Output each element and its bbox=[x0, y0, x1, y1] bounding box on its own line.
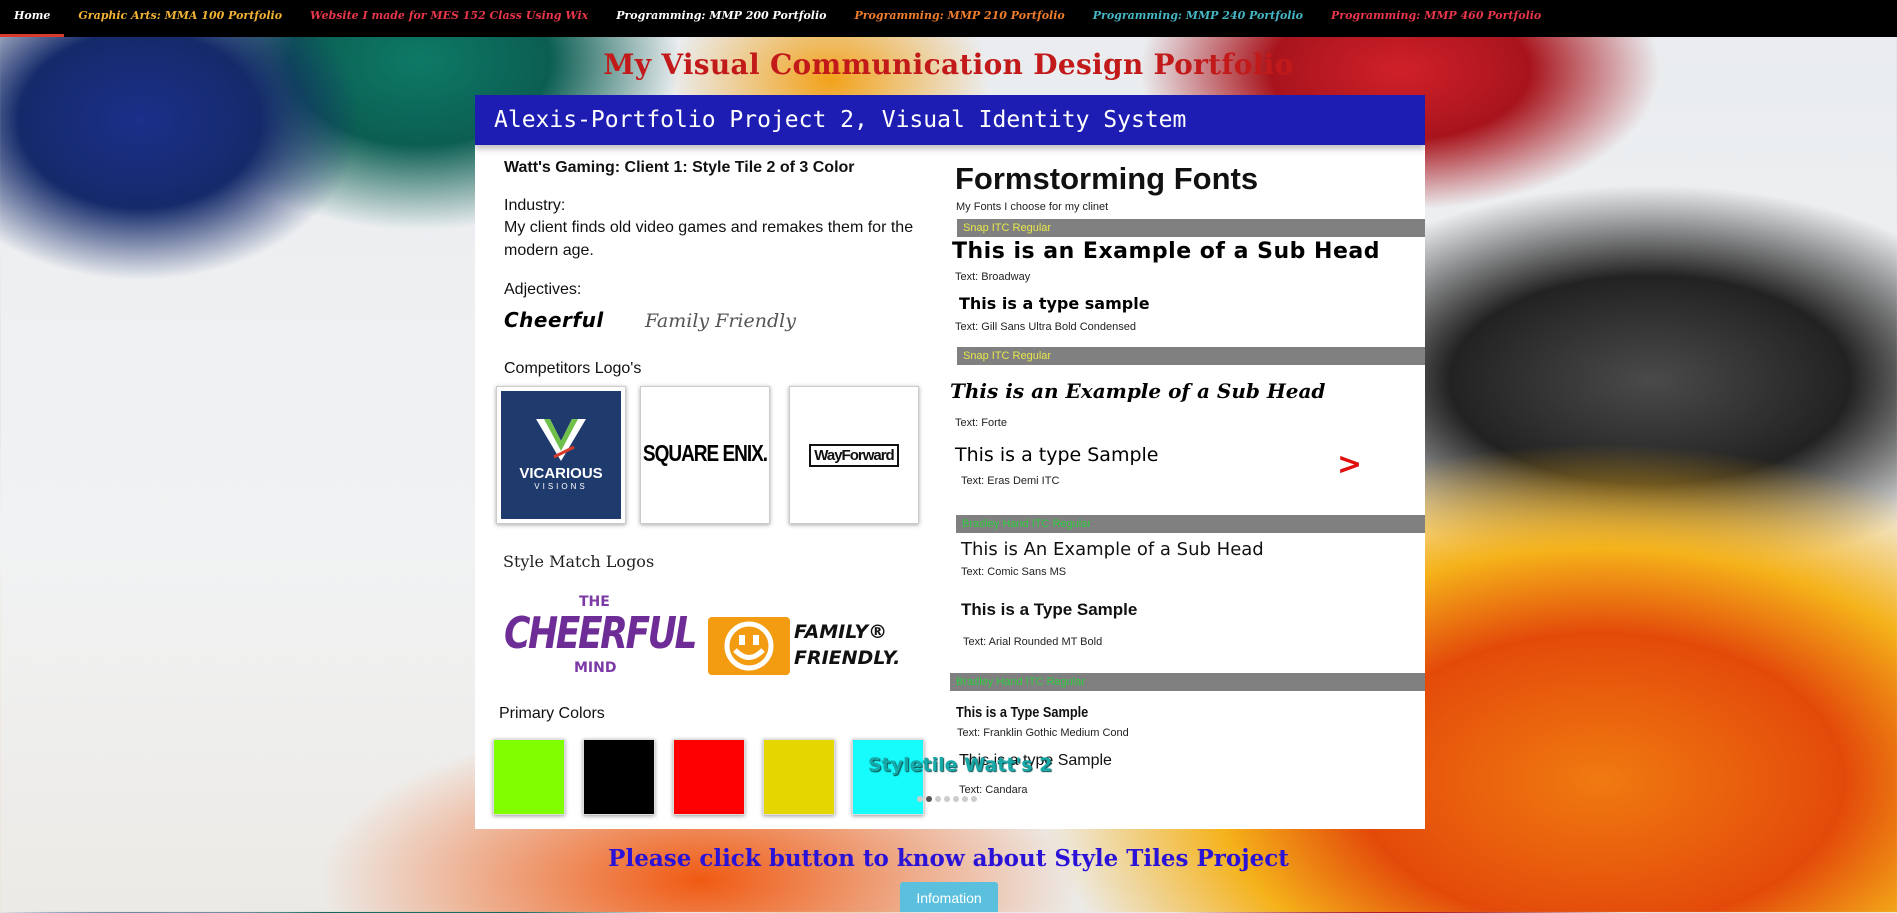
cheerful-mind-main: CHEERFUL bbox=[504, 608, 697, 659]
nav-item-7[interactable]: Programming: MMP 460 Portfolio bbox=[1317, 0, 1555, 37]
slider-dot[interactable] bbox=[971, 796, 977, 802]
color-swatch bbox=[673, 739, 745, 815]
family-logo-line1: FAMILY® bbox=[794, 621, 888, 643]
subhead-comic-sans: This is An Example of a Sub Head bbox=[961, 539, 1264, 560]
slider-dot[interactable] bbox=[953, 796, 959, 802]
style-match-label: Style Match Logos bbox=[503, 552, 655, 571]
slider-dot[interactable] bbox=[917, 796, 923, 802]
nav-item-5[interactable]: Programming: MMP 210 Portfolio bbox=[840, 0, 1078, 37]
square-enix-wordmark: SQUARE ENIX. bbox=[642, 441, 768, 467]
cheerful-mind-logo: THE CHEERFUL MIND bbox=[504, 594, 697, 678]
vicarious-sub: VISIONS bbox=[534, 482, 588, 491]
competitor-logo-wayforward: WayForward bbox=[789, 386, 919, 524]
family-logo-line2: FRIENDLY. bbox=[794, 647, 901, 669]
styletile-heading: Watt's Gaming: Client 1: Style Tile 2 of… bbox=[504, 159, 855, 176]
sample-gill-sans: This is a type sample bbox=[959, 294, 1150, 313]
project-slider[interactable]: Alexis-Portfolio Project 2, Visual Ident… bbox=[475, 95, 1425, 829]
cheerful-mind-bottom: MIND bbox=[574, 660, 617, 676]
footer-note: Please click button to know about Style … bbox=[608, 845, 1289, 872]
adjective-cheerful: Cheerful bbox=[504, 308, 604, 332]
color-swatch bbox=[493, 739, 565, 815]
sample-eras: This is a type Sample bbox=[955, 444, 1159, 466]
nav-item-3[interactable]: Website I made for MES 152 Class Using W… bbox=[296, 0, 602, 37]
slider-header: Alexis-Portfolio Project 2, Visual Ident… bbox=[475, 95, 1425, 145]
font-name-candara: Text: Candara bbox=[959, 784, 1028, 796]
sample-arial-rounded: This is a Type Sample bbox=[961, 600, 1138, 619]
fonts-subtitle: My Fonts I choose for my clinet bbox=[956, 201, 1109, 213]
smiley-icon bbox=[708, 617, 790, 675]
slide-caption: Styletile Watt's 2 bbox=[868, 754, 1053, 776]
font-bar-bradley-2: Bradley Hand ITC Regular bbox=[950, 673, 1425, 691]
industry-label: Industry: bbox=[504, 197, 566, 214]
slider-dot[interactable] bbox=[944, 796, 950, 802]
industry-text-line2: modern age. bbox=[504, 242, 594, 259]
adjectives-label: Adjectives: bbox=[504, 281, 582, 298]
font-bar-bradley-1: Bradley Hand ITC Regular bbox=[956, 515, 1425, 533]
slider-dot[interactable] bbox=[926, 796, 932, 802]
nav-item-1[interactable]: Home bbox=[0, 0, 65, 37]
vicarious-logo: VICARIOUS VISIONS bbox=[501, 391, 621, 519]
font-name-arial-rounded: Text: Arial Rounded MT Bold bbox=[963, 636, 1103, 648]
font-name-franklin-gothic: Text: Franklin Gothic Medium Cond bbox=[957, 727, 1129, 739]
font-bar-snap-1: Snap ITC Regular bbox=[957, 219, 1425, 237]
slider-dot[interactable] bbox=[935, 796, 941, 802]
site-title: My Visual Communication Design Portfolio bbox=[603, 48, 1294, 81]
nav-item-6[interactable]: Programming: MMP 240 Portfolio bbox=[1079, 0, 1317, 37]
font-name-comic-sans: Text: Comic Sans MS bbox=[961, 566, 1067, 578]
font-name-eras: Text: Eras Demi ITC bbox=[961, 475, 1060, 487]
competitors-label: Competitors Logo's bbox=[504, 360, 642, 377]
sample-franklin-gothic: This is a Type Sample bbox=[956, 704, 1089, 721]
slider-next-arrow[interactable]: > bbox=[1337, 447, 1362, 482]
top-nav: Home Graphic Arts: MMA 100 Portfolio Websi… bbox=[0, 0, 1897, 37]
fonts-right-panel: Formstorming Fonts My Fonts I choose for… bbox=[950, 145, 1425, 829]
wayforward-wordmark: WayForward bbox=[809, 443, 899, 467]
color-swatch bbox=[763, 739, 835, 815]
primary-colors-label: Primary Colors bbox=[499, 705, 605, 722]
family-friendly-logo: FAMILY® FRIENDLY. bbox=[708, 617, 900, 679]
color-swatch bbox=[583, 739, 655, 815]
competitor-logo-vicarious: VICARIOUS VISIONS bbox=[496, 386, 626, 524]
styletile-left-panel: Watt's Gaming: Client 1: Style Tile 2 of… bbox=[475, 145, 945, 829]
color-swatch bbox=[852, 739, 924, 815]
adjective-family-friendly: Family Friendly bbox=[645, 310, 796, 332]
font-name-broadway: Text: Broadway bbox=[955, 271, 1031, 283]
vicarious-v-icon bbox=[536, 419, 586, 461]
font-name-forte: Text: Forte bbox=[955, 417, 1007, 429]
slider-indicators bbox=[917, 796, 977, 802]
competitor-logo-square-enix: SQUARE ENIX. bbox=[640, 386, 770, 524]
information-button[interactable]: Infomation bbox=[900, 882, 998, 912]
slider-dot[interactable] bbox=[962, 796, 968, 802]
font-bar-snap-2: Snap ITC Regular bbox=[957, 347, 1425, 365]
nav-item-4[interactable]: Programming: MMP 200 Portfolio bbox=[602, 0, 840, 37]
industry-text-line1: My client finds old video games and rema… bbox=[504, 219, 914, 236]
subhead-broadway: This is an Example of a Sub Head bbox=[952, 239, 1380, 264]
subhead-forte: This is an Example of a Sub Head bbox=[950, 379, 1326, 403]
vicarious-name: VICARIOUS bbox=[519, 465, 603, 482]
nav-item-2[interactable]: Graphic Arts: MMA 100 Portfolio bbox=[64, 0, 296, 37]
font-name-gill-sans: Text: Gill Sans Ultra Bold Condensed bbox=[955, 321, 1136, 333]
fonts-title: Formstorming Fonts bbox=[955, 161, 1259, 196]
